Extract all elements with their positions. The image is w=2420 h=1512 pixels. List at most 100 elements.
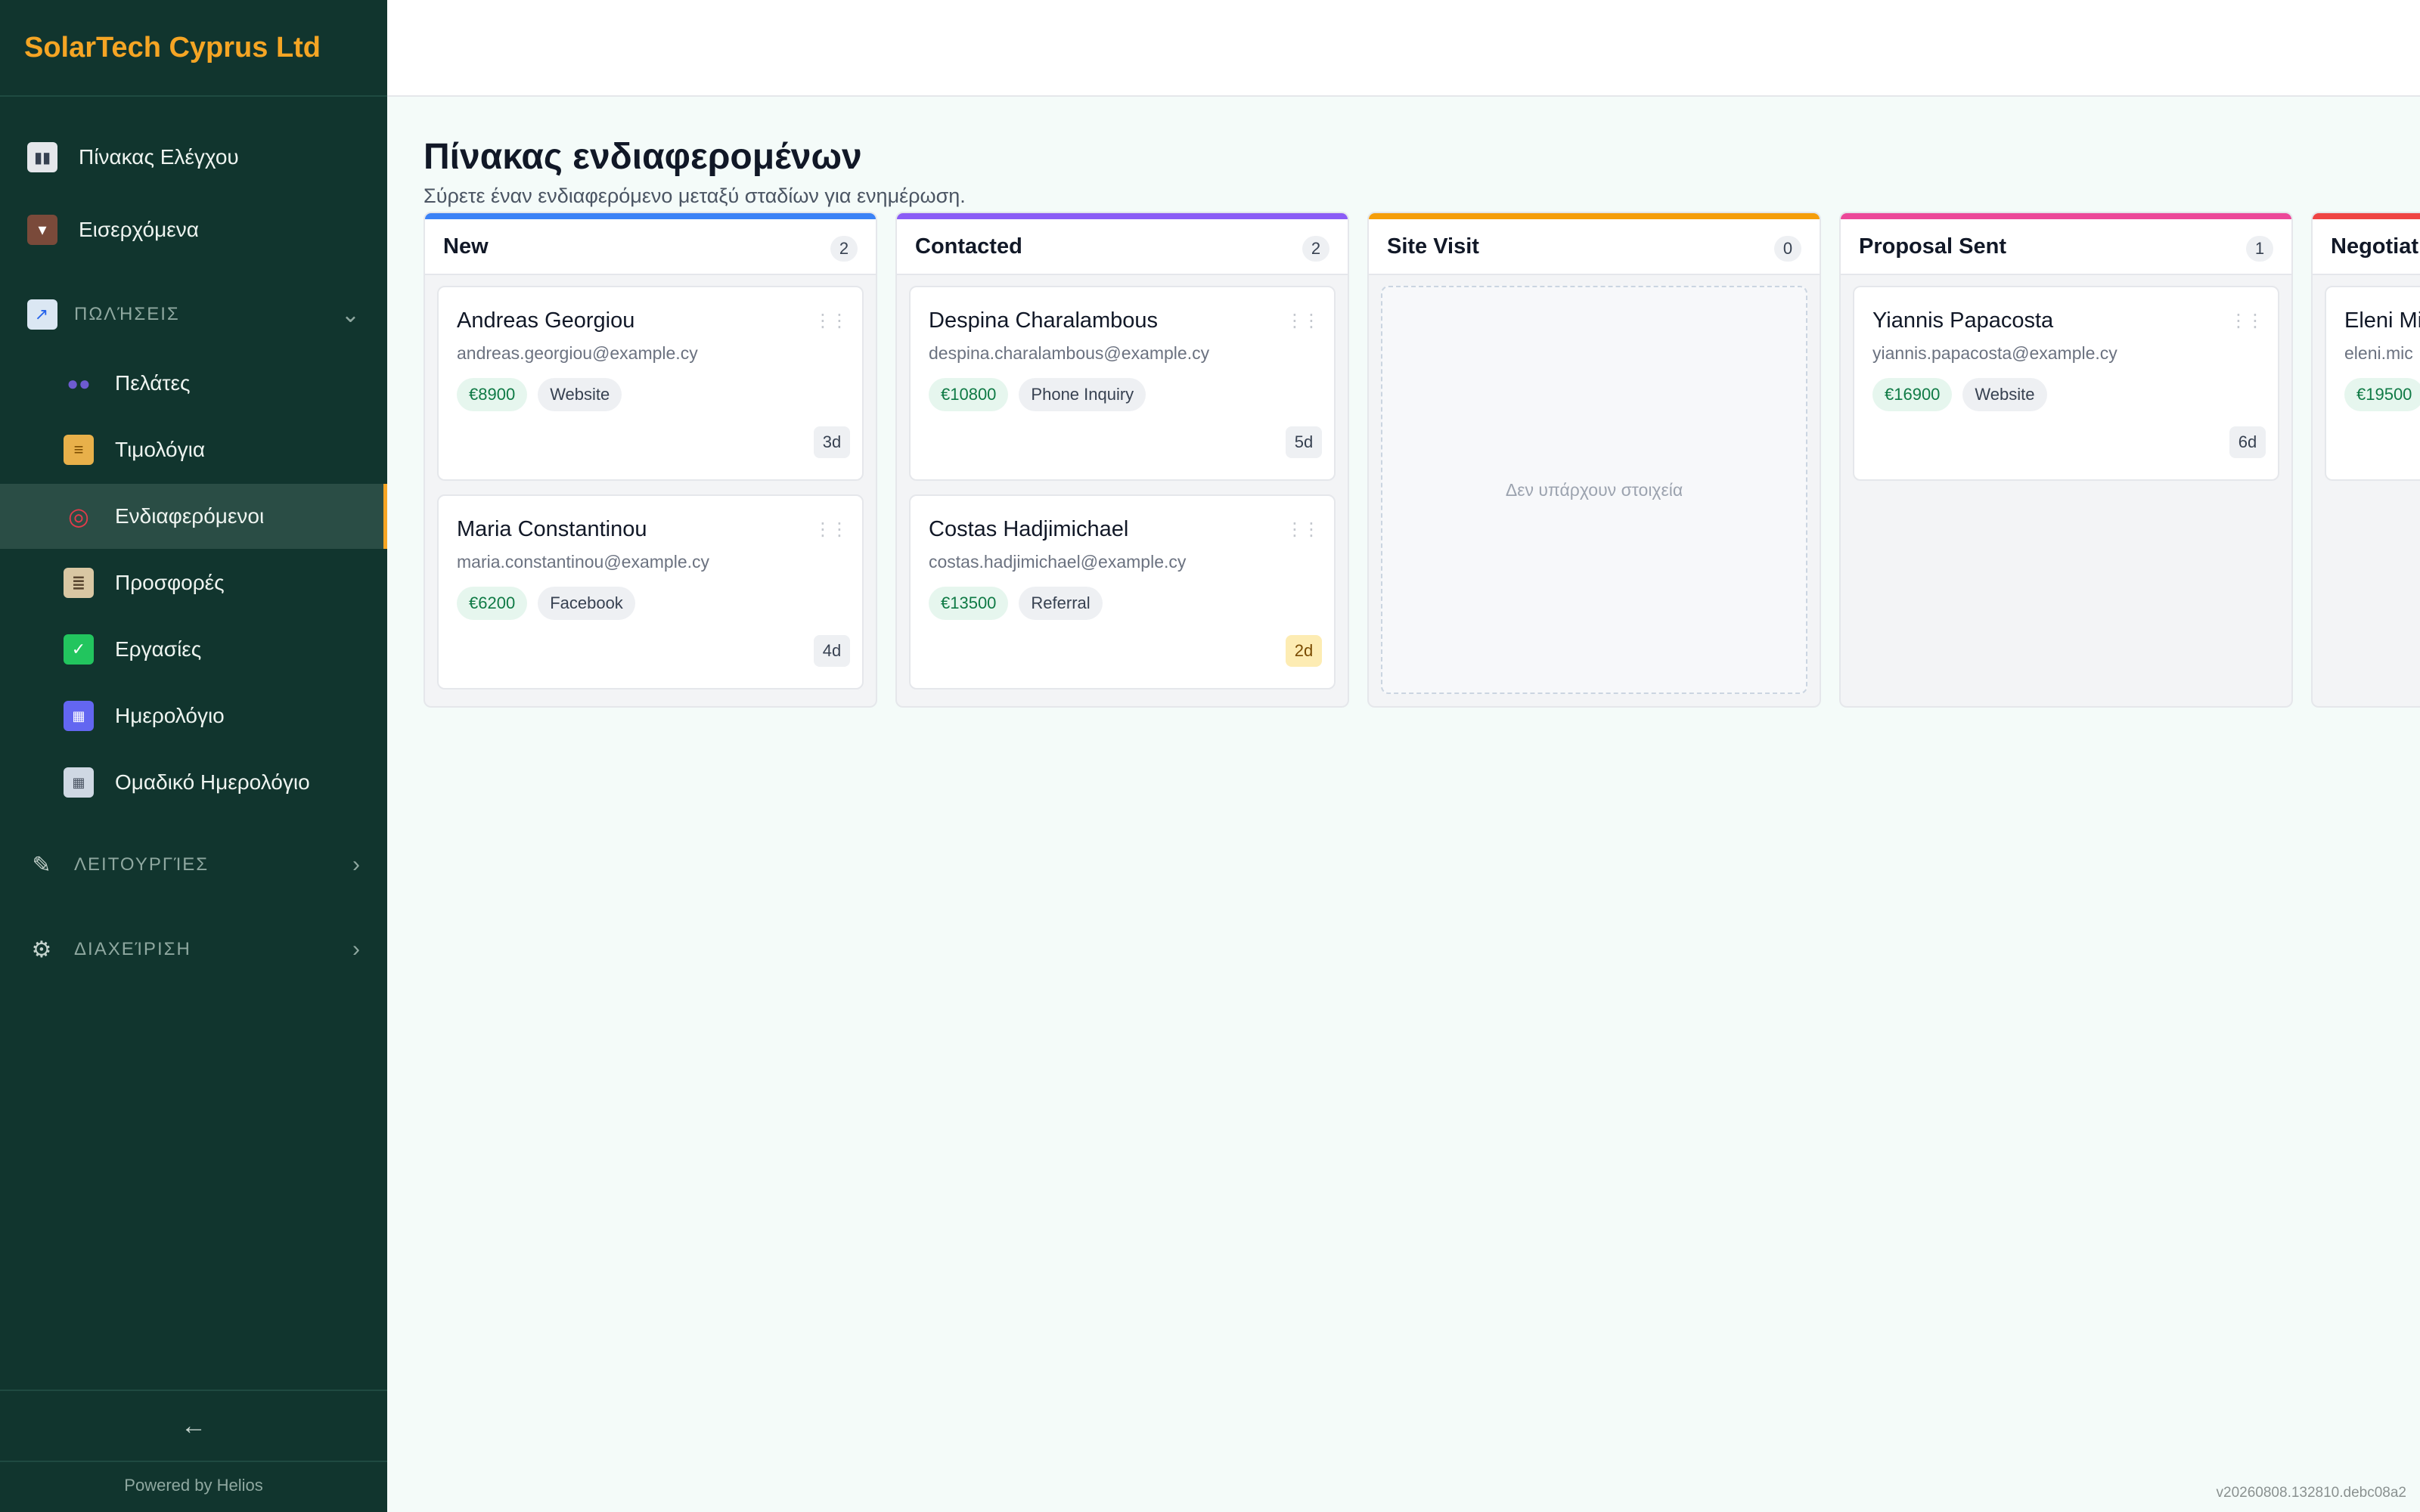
lead-name: Yiannis Papacosta — [1872, 308, 2054, 333]
kanban-column-site-visit: Site Visit 0 Δεν υπάρχουν στοιχεία — [1367, 212, 1821, 708]
lead-source-badge: Phone Inquiry — [1019, 378, 1146, 411]
lead-age-badge: 3d — [814, 426, 850, 458]
column-count-badge: 2 — [830, 236, 858, 262]
drag-handle-icon[interactable]: ⋮⋮ — [814, 519, 849, 541]
section-label: ΛΕΙΤΟΥΡΓΊΕΣ — [74, 854, 209, 875]
section-label: ΠΩΛΉΣΕΙΣ — [74, 304, 180, 324]
column-header: New 2 — [425, 219, 876, 275]
lead-name: Andreas Georgiou — [457, 308, 635, 333]
kanban-column-negotiation: Negotiati Eleni Mi eleni.mic €19500 — [2311, 212, 2420, 708]
lead-card[interactable]: Maria Constantinou maria.constantinou@ex… — [437, 494, 864, 689]
chevron-right-icon: › — [352, 852, 361, 877]
section-label: ΔΙΑΧΕΊΡΙΣΗ — [74, 939, 191, 959]
inbox-icon: ▾ — [27, 215, 57, 245]
sidebar-item-inbox[interactable]: ▾ Εισερχόμενα — [0, 200, 387, 260]
lead-card[interactable]: Andreas Georgiou andreas.georgiou@exampl… — [437, 286, 864, 481]
column-title: Site Visit — [1387, 234, 1479, 259]
column-title: Contacted — [915, 234, 1022, 259]
section-admin[interactable]: ⚙ ΔΙΑΧΕΊΡΙΣΗ › — [0, 922, 387, 977]
sidebar-item-calendar[interactable]: ▦ Ημερολόγιο — [0, 683, 387, 748]
column-count-badge: 0 — [1774, 236, 1801, 262]
lead-email: costas.hadjimichael@example.cy — [929, 552, 1187, 572]
sidebar-item-label: Εισερχόμενα — [79, 218, 199, 241]
lead-value-badge: €10800 — [929, 378, 1009, 411]
drag-handle-icon[interactable]: ⋮⋮ — [1286, 310, 1320, 332]
kanban-column-new: New 2 Andreas Georgiou andreas.georgiou@… — [424, 212, 877, 708]
scroll-icon: ≡ — [64, 435, 94, 465]
section-operations[interactable]: ✎ ΛΕΙΤΟΥΡΓΊΕΣ › — [0, 838, 387, 892]
empty-drop-zone[interactable]: Δεν υπάρχουν στοιχεία — [1381, 286, 1807, 694]
lead-age-badge: 5d — [1286, 426, 1322, 458]
lead-source-badge: Referral — [1019, 587, 1103, 620]
sidebar-item-label: Πελάτες — [115, 371, 191, 395]
lead-card[interactable]: Despina Charalambous despina.charalambou… — [909, 286, 1336, 481]
column-count-badge: 2 — [1302, 236, 1329, 262]
sidebar-item-tasks[interactable]: ✓ Εργασίες — [0, 617, 387, 682]
users-icon: ●● — [67, 371, 91, 395]
powered-by: Powered by Helios — [124, 1476, 263, 1495]
checkbox-icon: ✓ — [64, 634, 94, 665]
lead-name: Eleni Mi — [2344, 308, 2420, 333]
calendar-icon: ▦ — [64, 701, 94, 731]
drag-handle-icon[interactable]: ⋮⋮ — [814, 310, 849, 332]
column-title: Negotiati — [2331, 234, 2420, 259]
section-sales[interactable]: ↗ ΠΩΛΉΣΕΙΣ ⌄ — [0, 287, 387, 342]
sidebar-item-label: Εργασίες — [115, 637, 202, 661]
drag-handle-icon[interactable]: ⋮⋮ — [1286, 519, 1320, 541]
top-bar — [387, 0, 2420, 97]
lead-value-badge: €8900 — [457, 378, 528, 411]
kanban-column-proposal-sent: Proposal Sent 1 Yiannis Papacosta yianni… — [1839, 212, 2293, 708]
lead-email: andreas.georgiou@example.cy — [457, 343, 698, 363]
team-calendar-icon: ▦ — [64, 767, 94, 798]
chevron-right-icon: › — [352, 937, 361, 962]
lead-name: Maria Constantinou — [457, 517, 647, 541]
column-color-bar — [1841, 213, 2291, 219]
lead-value-badge: €6200 — [457, 587, 528, 620]
column-color-bar — [425, 213, 876, 219]
column-header: Proposal Sent 1 — [1841, 219, 2291, 275]
column-header: Contacted 2 — [897, 219, 1348, 275]
lead-value-badge: €16900 — [1872, 378, 1953, 411]
column-header: Negotiati — [2313, 219, 2420, 275]
collapse-sidebar-button[interactable]: ← — [0, 1390, 387, 1462]
lead-value-badge: €19500 — [2344, 378, 2420, 411]
sidebar-item-invoices[interactable]: ≡ Τιμολόγια — [0, 417, 387, 482]
column-header: Site Visit 0 — [1369, 219, 1820, 275]
sidebar-item-offers[interactable]: ≣ Προσφορές — [0, 550, 387, 615]
empty-state-text: Δεν υπάρχουν στοιχεία — [1505, 479, 1683, 500]
lead-age-badge: 2d — [1286, 635, 1322, 667]
sidebar-item-leads[interactable]: ◎ Ενδιαφερόμενοι — [0, 484, 387, 549]
lead-email: despina.charalambous@example.cy — [929, 343, 1210, 363]
lead-email: eleni.mic — [2344, 343, 2413, 363]
lead-card[interactable]: Yiannis Papacosta yiannis.papacosta@exam… — [1853, 286, 2279, 481]
gear-icon: ⚙ — [31, 937, 54, 962]
column-title: Proposal Sent — [1859, 234, 2006, 259]
lead-name: Costas Hadjimichael — [929, 517, 1129, 541]
lead-source-badge: Facebook — [538, 587, 635, 620]
sidebar-item-label: Ενδιαφερόμενοι — [115, 504, 265, 528]
lead-source-badge: Website — [1962, 378, 2047, 411]
lead-value-badge: €13500 — [929, 587, 1009, 620]
sidebar-item-label: Πίνακας Ελέγχου — [79, 145, 239, 169]
sidebar: SolarTech Cyprus Ltd ▮▮ Πίνακας Ελέγχου … — [0, 0, 387, 1512]
chevron-down-icon: ⌄ — [340, 302, 361, 327]
drag-handle-icon[interactable]: ⋮⋮ — [2229, 310, 2264, 332]
clipboard-icon: ≣ — [64, 568, 94, 598]
sidebar-item-label: Ημερολόγιο — [115, 704, 225, 727]
lead-card[interactable]: Eleni Mi eleni.mic €19500 — [2325, 286, 2420, 481]
sidebar-item-customers[interactable]: ●● Πελάτες — [0, 351, 387, 416]
wrench-icon: ✎ — [32, 852, 53, 878]
lead-source-badge: Website — [538, 378, 622, 411]
arrow-left-icon: ← — [181, 1411, 206, 1440]
sidebar-item-label: Ομαδικό Ημερολόγιο — [115, 770, 310, 794]
lead-card[interactable]: Costas Hadjimichael costas.hadjimichael@… — [909, 494, 1336, 689]
trend-icon: ↗ — [27, 299, 57, 330]
sidebar-item-label: Τιμολόγια — [115, 438, 206, 461]
lead-email: yiannis.papacosta@example.cy — [1872, 343, 2118, 363]
bar-chart-icon: ▮▮ — [27, 142, 57, 172]
sidebar-item-team-calendar[interactable]: ▦ Ομαδικό Ημερολόγιο — [0, 750, 387, 815]
page-title: Πίνακας ενδιαφερομένων — [424, 137, 862, 177]
sidebar-item-dashboard[interactable]: ▮▮ Πίνακας Ελέγχου — [0, 127, 387, 187]
column-color-bar — [2313, 213, 2420, 219]
lead-name: Despina Charalambous — [929, 308, 1159, 333]
